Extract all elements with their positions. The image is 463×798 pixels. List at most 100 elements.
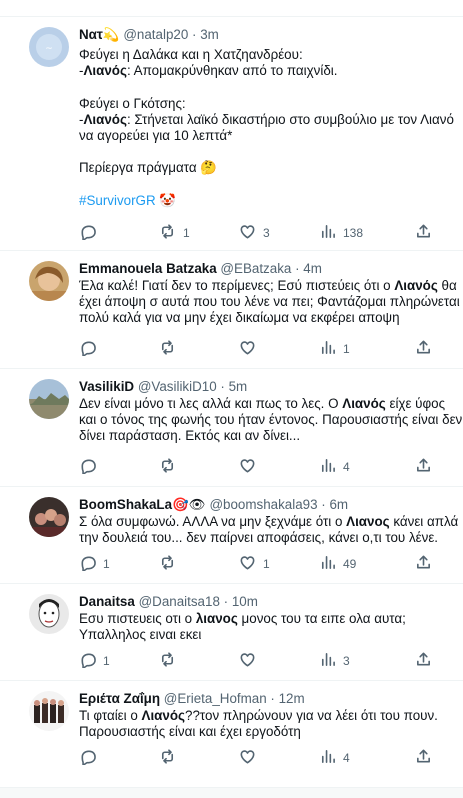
retweet-icon	[159, 223, 176, 243]
share-icon	[415, 748, 432, 768]
share-button[interactable]	[415, 554, 432, 574]
like-button[interactable]: 1	[239, 554, 270, 574]
highlighted-keyword: Λιανός	[83, 63, 127, 79]
tweet[interactable]: Εριέτα Ζαΐμη @Erieta_Hofman · 12m Τι φταί…	[0, 681, 463, 788]
share-button[interactable]	[415, 223, 432, 243]
highlighted-keyword: Λιανός	[394, 278, 438, 293]
views-icon	[319, 554, 336, 574]
retweet-button[interactable]	[159, 554, 183, 574]
reply-icon	[79, 651, 96, 671]
like-button[interactable]	[239, 457, 263, 477]
tweet-timestamp[interactable]: 5m	[229, 379, 248, 394]
share-icon	[415, 457, 432, 477]
tweet-text: Εσυ πιστευεις οτι ο λιανος μονος του τα …	[79, 611, 463, 653]
tweet[interactable]: Emmanouela Batzaka @EBatzaka · 4m Έλα καλ…	[0, 251, 463, 369]
share-button[interactable]	[415, 339, 432, 359]
tweet-timestamp[interactable]: 12m	[279, 691, 305, 706]
retweet-button[interactable]	[159, 339, 183, 359]
tweet-timestamp[interactable]: 3m	[200, 27, 219, 42]
author-handle[interactable]: @Erieta_Hofman	[164, 691, 267, 706]
reply-button[interactable]	[79, 457, 103, 477]
tweet-timestamp[interactable]: 6m	[329, 497, 348, 512]
retweet-icon	[159, 554, 176, 574]
like-button[interactable]	[239, 651, 263, 671]
author-handle[interactable]: @natalp20	[123, 27, 188, 42]
share-icon	[415, 651, 432, 671]
author-name[interactable]: Νατ	[79, 27, 103, 42]
avatar[interactable]	[29, 594, 69, 634]
reply-icon	[79, 457, 96, 477]
tweet-text: Δεν είναι μόνο τι λες αλλά και πως το λε…	[79, 396, 463, 459]
views-button[interactable]: 49	[319, 554, 356, 574]
hashtag-link[interactable]: #SurvivorGR	[79, 193, 156, 208]
views-icon	[319, 748, 336, 768]
author-name[interactable]: BoomShakaLa	[79, 497, 172, 512]
separator-dot: ·	[317, 497, 330, 512]
tweet-text-segment: Έλα καλέ! Γιατί δεν το περίμενες; Εσύ πι…	[79, 278, 395, 293]
share-button[interactable]	[415, 457, 432, 477]
like-button[interactable]: 3	[239, 223, 270, 243]
previous-tweet-edge	[0, 0, 463, 17]
reply-button[interactable]: 1	[79, 554, 110, 574]
avatar[interactable]	[29, 691, 69, 731]
tweet-text: Τι φταίει ο Λιανός??τον πληρώνουν για να…	[79, 708, 463, 750]
author-emoji: 🎯👁	[172, 497, 206, 512]
avatar[interactable]	[29, 379, 69, 419]
heart-icon	[239, 651, 256, 671]
tweet[interactable]: VasilikiD @VasilikiD10 · 5m Δεν είναι μόν…	[0, 369, 463, 487]
avatar[interactable]: ~	[29, 27, 69, 67]
share-button[interactable]	[415, 748, 432, 768]
author-name[interactable]: Εριέτα Ζαΐμη	[79, 691, 160, 706]
views-button[interactable]: 4	[319, 457, 350, 477]
tweet[interactable]: Danaitsa @Danaitsa18 · 10m Εσυ πιστευεις …	[0, 584, 463, 681]
tweet[interactable]: ~ Νατ💫 @natalp20 · 3m Φεύγει η Δαλάκα και …	[0, 17, 463, 251]
tweet[interactable]: BoomShakaLa🎯👁 @boomshakala93 · 6m Σ όλα σ…	[0, 487, 463, 584]
avatar[interactable]	[29, 497, 69, 537]
heart-icon	[239, 339, 256, 359]
share-button[interactable]	[415, 651, 432, 671]
retweet-button[interactable]	[159, 457, 183, 477]
retweet-button[interactable]: 1	[159, 223, 190, 243]
views-button[interactable]: 138	[319, 223, 363, 243]
author-handle[interactable]: @EBatzaka	[220, 261, 291, 276]
tweet-timestamp[interactable]: 4m	[303, 261, 322, 276]
tweet-actions: 4	[79, 457, 463, 477]
tweet-header: Νατ💫 @natalp20 · 3m	[79, 27, 219, 43]
author-handle[interactable]: @VasilikiD10	[138, 379, 217, 394]
views-icon	[319, 223, 336, 243]
author-name[interactable]: Emmanouela Batzaka	[79, 261, 217, 276]
highlighted-keyword: Λιανός	[83, 111, 127, 127]
author-handle[interactable]: @boomshakala93	[209, 497, 317, 512]
like-button[interactable]	[239, 748, 263, 768]
separator-dot: ·	[266, 691, 279, 706]
avatar[interactable]	[29, 261, 69, 301]
timeline-bottom	[0, 787, 463, 798]
likes-count: 3	[263, 226, 270, 240]
tweet-header: VasilikiD @VasilikiD10 · 5m	[79, 379, 247, 395]
tweet-timestamp[interactable]: 10m	[232, 594, 258, 609]
author-name[interactable]: Danaitsa	[79, 594, 135, 609]
tweet-text: Φεύγει η Δαλάκα και η Χατζηανδρέου: -Λια…	[79, 47, 463, 225]
tweet-actions: 1 3 138	[79, 223, 463, 243]
reply-button[interactable]	[79, 339, 103, 359]
share-icon	[415, 554, 432, 574]
tweet-text: Έλα καλέ! Γιατί δεν το περίμενες; Εσύ πι…	[79, 278, 463, 341]
like-button[interactable]	[239, 339, 263, 359]
views-button[interactable]: 3	[319, 651, 350, 671]
views-button[interactable]: 1	[319, 339, 350, 359]
reply-button[interactable]	[79, 223, 103, 243]
views-count: 4	[343, 751, 350, 765]
tweet-actions: 4	[79, 748, 463, 768]
highlighted-keyword: Λιανος	[346, 514, 390, 529]
retweets-count: 1	[183, 226, 190, 240]
reply-button[interactable]	[79, 748, 103, 768]
tweet-text-segment: Σ όλα συμφωνώ. ΑΛΛΑ να μην ξεχνάμε ότι ο	[79, 514, 347, 529]
author-handle[interactable]: @Danaitsa18	[139, 594, 220, 609]
retweet-button[interactable]	[159, 748, 183, 768]
retweet-button[interactable]	[159, 651, 183, 671]
views-icon	[319, 339, 336, 359]
views-button[interactable]: 4	[319, 748, 350, 768]
reply-button[interactable]: 1	[79, 651, 110, 671]
author-name[interactable]: VasilikiD	[79, 379, 134, 394]
retweet-icon	[159, 339, 176, 359]
